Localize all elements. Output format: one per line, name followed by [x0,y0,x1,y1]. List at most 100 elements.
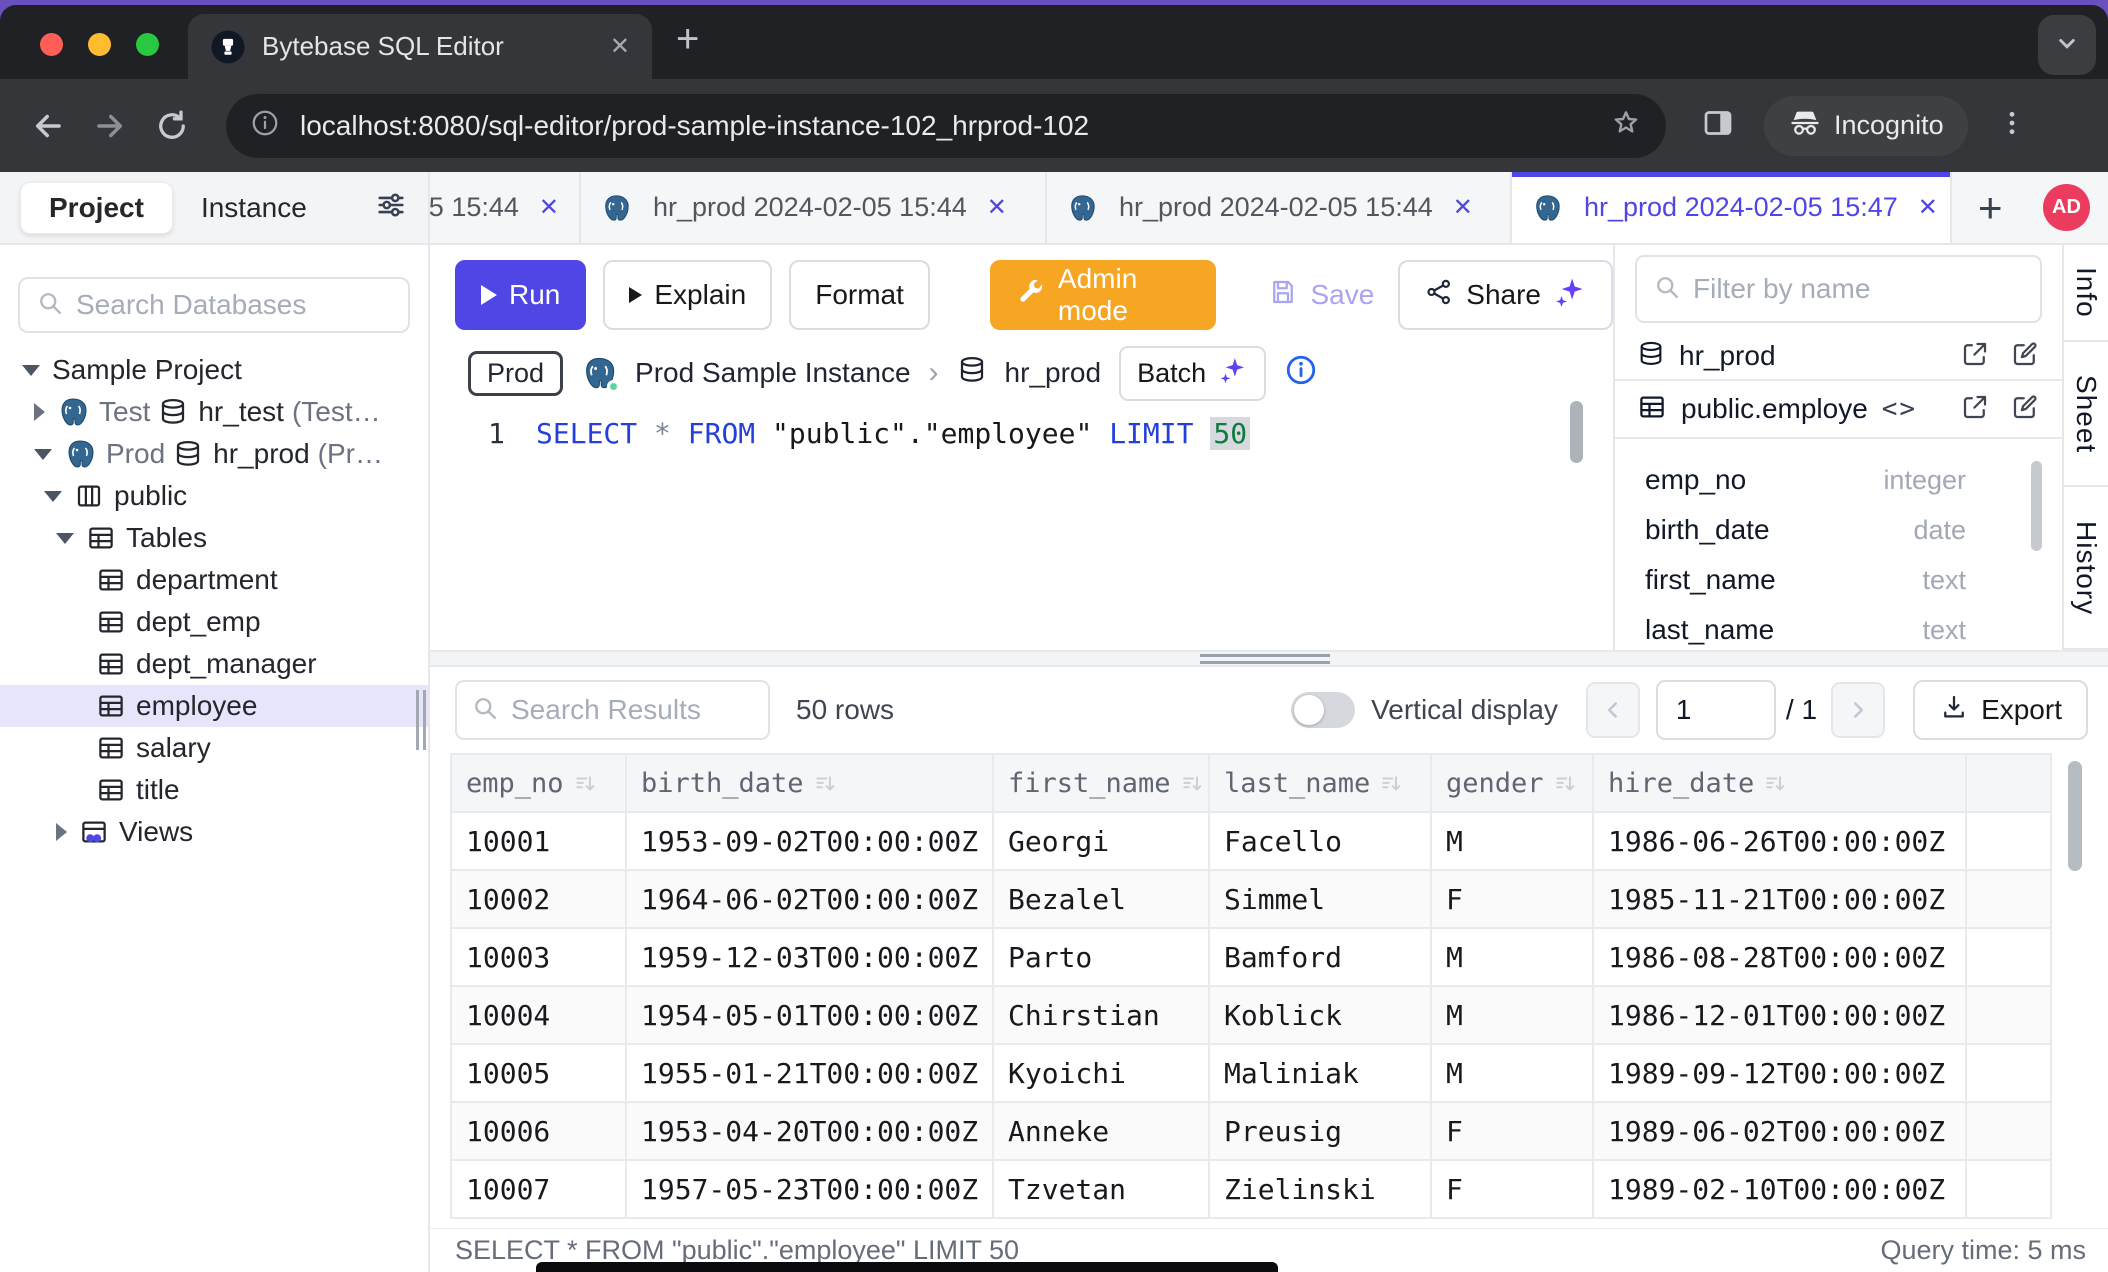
tree-item-Tables[interactable]: Tables [0,517,428,559]
search-databases-input[interactable]: Search Databases [18,277,410,333]
panel-scrollbar[interactable] [2031,461,2042,551]
batch-button[interactable]: Batch [1119,346,1266,401]
browser-menu-icon[interactable] [1996,107,2028,144]
format-button[interactable]: Format [789,260,930,330]
close-tab-icon[interactable]: ✕ [987,193,1007,222]
table-cell[interactable]: Kyoichi [993,1044,1209,1102]
back-icon[interactable] [26,107,70,145]
filter-by-name-input[interactable]: Filter by name [1635,255,2042,323]
avatar[interactable]: AD [2043,184,2090,231]
add-sheet-icon[interactable]: + [1978,184,2003,232]
edit-icon[interactable] [2010,339,2040,374]
tree-item-employee[interactable]: employee [0,685,428,727]
admin-mode-button[interactable]: Admin mode [990,260,1217,330]
column-header-hire_date[interactable]: hire_date [1593,754,1966,812]
sidebar-resize-handle[interactable] [416,690,426,750]
table-cell[interactable]: 1989-09-12T00:00:00Z [1593,1044,1966,1102]
external-link-icon[interactable] [1960,339,1990,374]
explain-button[interactable]: Explain [603,260,772,330]
expander-down-icon[interactable] [56,533,74,544]
maximize-window-button[interactable] [136,33,159,56]
side-panel-icon[interactable] [1700,105,1736,146]
expander-right-icon[interactable] [56,823,67,841]
database-name[interactable]: hr_prod [1005,357,1102,389]
code-icon[interactable]: <> [1882,394,1917,424]
table-cell[interactable]: 10007 [451,1160,626,1218]
browser-tab-close-icon[interactable]: ✕ [610,32,630,61]
tab-instance[interactable]: Instance [173,183,335,233]
table-cell[interactable]: 1986-12-01T00:00:00Z [1593,986,1966,1044]
close-tab-icon[interactable]: ✕ [1918,193,1938,222]
table-cell[interactable]: Maliniak [1209,1044,1431,1102]
instance-name[interactable]: Prod Sample Instance [635,357,911,389]
edit-icon[interactable] [2010,392,2040,427]
prev-page-button[interactable] [1586,682,1640,738]
panel-database-row[interactable]: hr_prod [1615,333,2062,381]
table-cell[interactable]: Zielinski [1209,1160,1431,1218]
tree-item-Views[interactable]: Views [0,811,428,853]
table-cell[interactable]: Bezalel [993,870,1209,928]
side-tab-history[interactable]: History [2064,487,2108,650]
vertical-display-toggle[interactable] [1291,692,1355,728]
table-cell[interactable]: 1985-11-21T00:00:00Z [1593,870,1966,928]
external-link-icon[interactable] [1960,392,1990,427]
table-cell[interactable]: Chirstian [993,986,1209,1044]
table-cell[interactable]: F [1431,1160,1593,1218]
tree-item-dept_emp[interactable]: dept_emp [0,601,428,643]
expander-down-icon[interactable] [34,449,52,460]
table-cell[interactable]: Bamford [1209,928,1431,986]
table-cell[interactable]: 10005 [451,1044,626,1102]
close-tab-icon[interactable]: ✕ [539,193,559,222]
editor-tab-3[interactable]: hr_prod 2024-02-05 15:44✕ [1047,172,1512,243]
column-header-gender[interactable]: gender [1431,754,1593,812]
reload-icon[interactable] [150,108,194,144]
table-cell[interactable]: 1986-08-28T00:00:00Z [1593,928,1966,986]
table-cell[interactable]: 1986-06-26T00:00:00Z [1593,812,1966,870]
editor-tab-2[interactable]: hr_prod 2024-02-05 15:44✕ [581,172,1047,243]
tree-item-hr_prod[interactable]: Prodhr_prod(Pr… [0,433,428,475]
site-info-icon[interactable] [250,108,280,143]
browser-tab[interactable]: Bytebase SQL Editor ✕ [188,14,652,79]
run-button[interactable]: Run [455,260,586,330]
tree-item-title[interactable]: title [0,769,428,811]
column-item-last_name[interactable]: last_nametext [1615,605,2062,650]
table-cell[interactable]: 1953-09-02T00:00:00Z [626,812,993,870]
tree-item-hr_test[interactable]: Testhr_test(Test… [0,391,428,433]
table-cell[interactable]: Parto [993,928,1209,986]
table-cell[interactable]: Georgi [993,812,1209,870]
tree-item-public[interactable]: public [0,475,428,517]
column-item-birth_date[interactable]: birth_datedate [1615,505,2062,555]
column-header-birth_date[interactable]: birth_date [626,754,993,812]
tab-project[interactable]: Project [20,182,173,234]
tree-item-dept_manager[interactable]: dept_manager [0,643,428,685]
table-cell[interactable]: 1959-12-03T00:00:00Z [626,928,993,986]
minimize-window-button[interactable] [88,33,111,56]
editor-scrollbar[interactable] [1570,401,1583,463]
tree-item-salary[interactable]: salary [0,727,428,769]
table-cell[interactable]: Simmel [1209,870,1431,928]
table-cell[interactable]: 1957-05-23T00:00:00Z [626,1160,993,1218]
results-scrollbar[interactable] [2068,761,2082,871]
url-bar[interactable]: localhost:8080/sql-editor/prod-sample-in… [226,94,1666,158]
table-cell[interactable]: Preusig [1209,1102,1431,1160]
filter-settings-icon[interactable] [374,188,408,227]
table-cell[interactable]: 1955-01-21T00:00:00Z [626,1044,993,1102]
info-icon[interactable] [1284,353,1318,394]
column-header-last_name[interactable]: last_name [1209,754,1431,812]
table-cell[interactable]: M [1431,986,1593,1044]
column-header-emp_no[interactable]: emp_no [451,754,626,812]
table-cell[interactable]: 1989-06-02T00:00:00Z [1593,1102,1966,1160]
table-cell[interactable]: M [1431,928,1593,986]
save-button[interactable]: Save [1254,260,1388,330]
table-cell[interactable]: 10001 [451,812,626,870]
close-tab-icon[interactable]: ✕ [1453,193,1473,222]
page-number-input[interactable] [1656,680,1776,740]
expander-down-icon[interactable] [44,491,62,502]
column-header-first_name[interactable]: first_name [993,754,1209,812]
column-item-emp_no[interactable]: emp_nointeger [1615,455,2062,505]
table-cell[interactable]: 10003 [451,928,626,986]
table-cell[interactable]: M [1431,812,1593,870]
table-cell[interactable]: Koblick [1209,986,1431,1044]
bookmark-star-icon[interactable] [1610,107,1642,144]
table-cell[interactable]: Anneke [993,1102,1209,1160]
